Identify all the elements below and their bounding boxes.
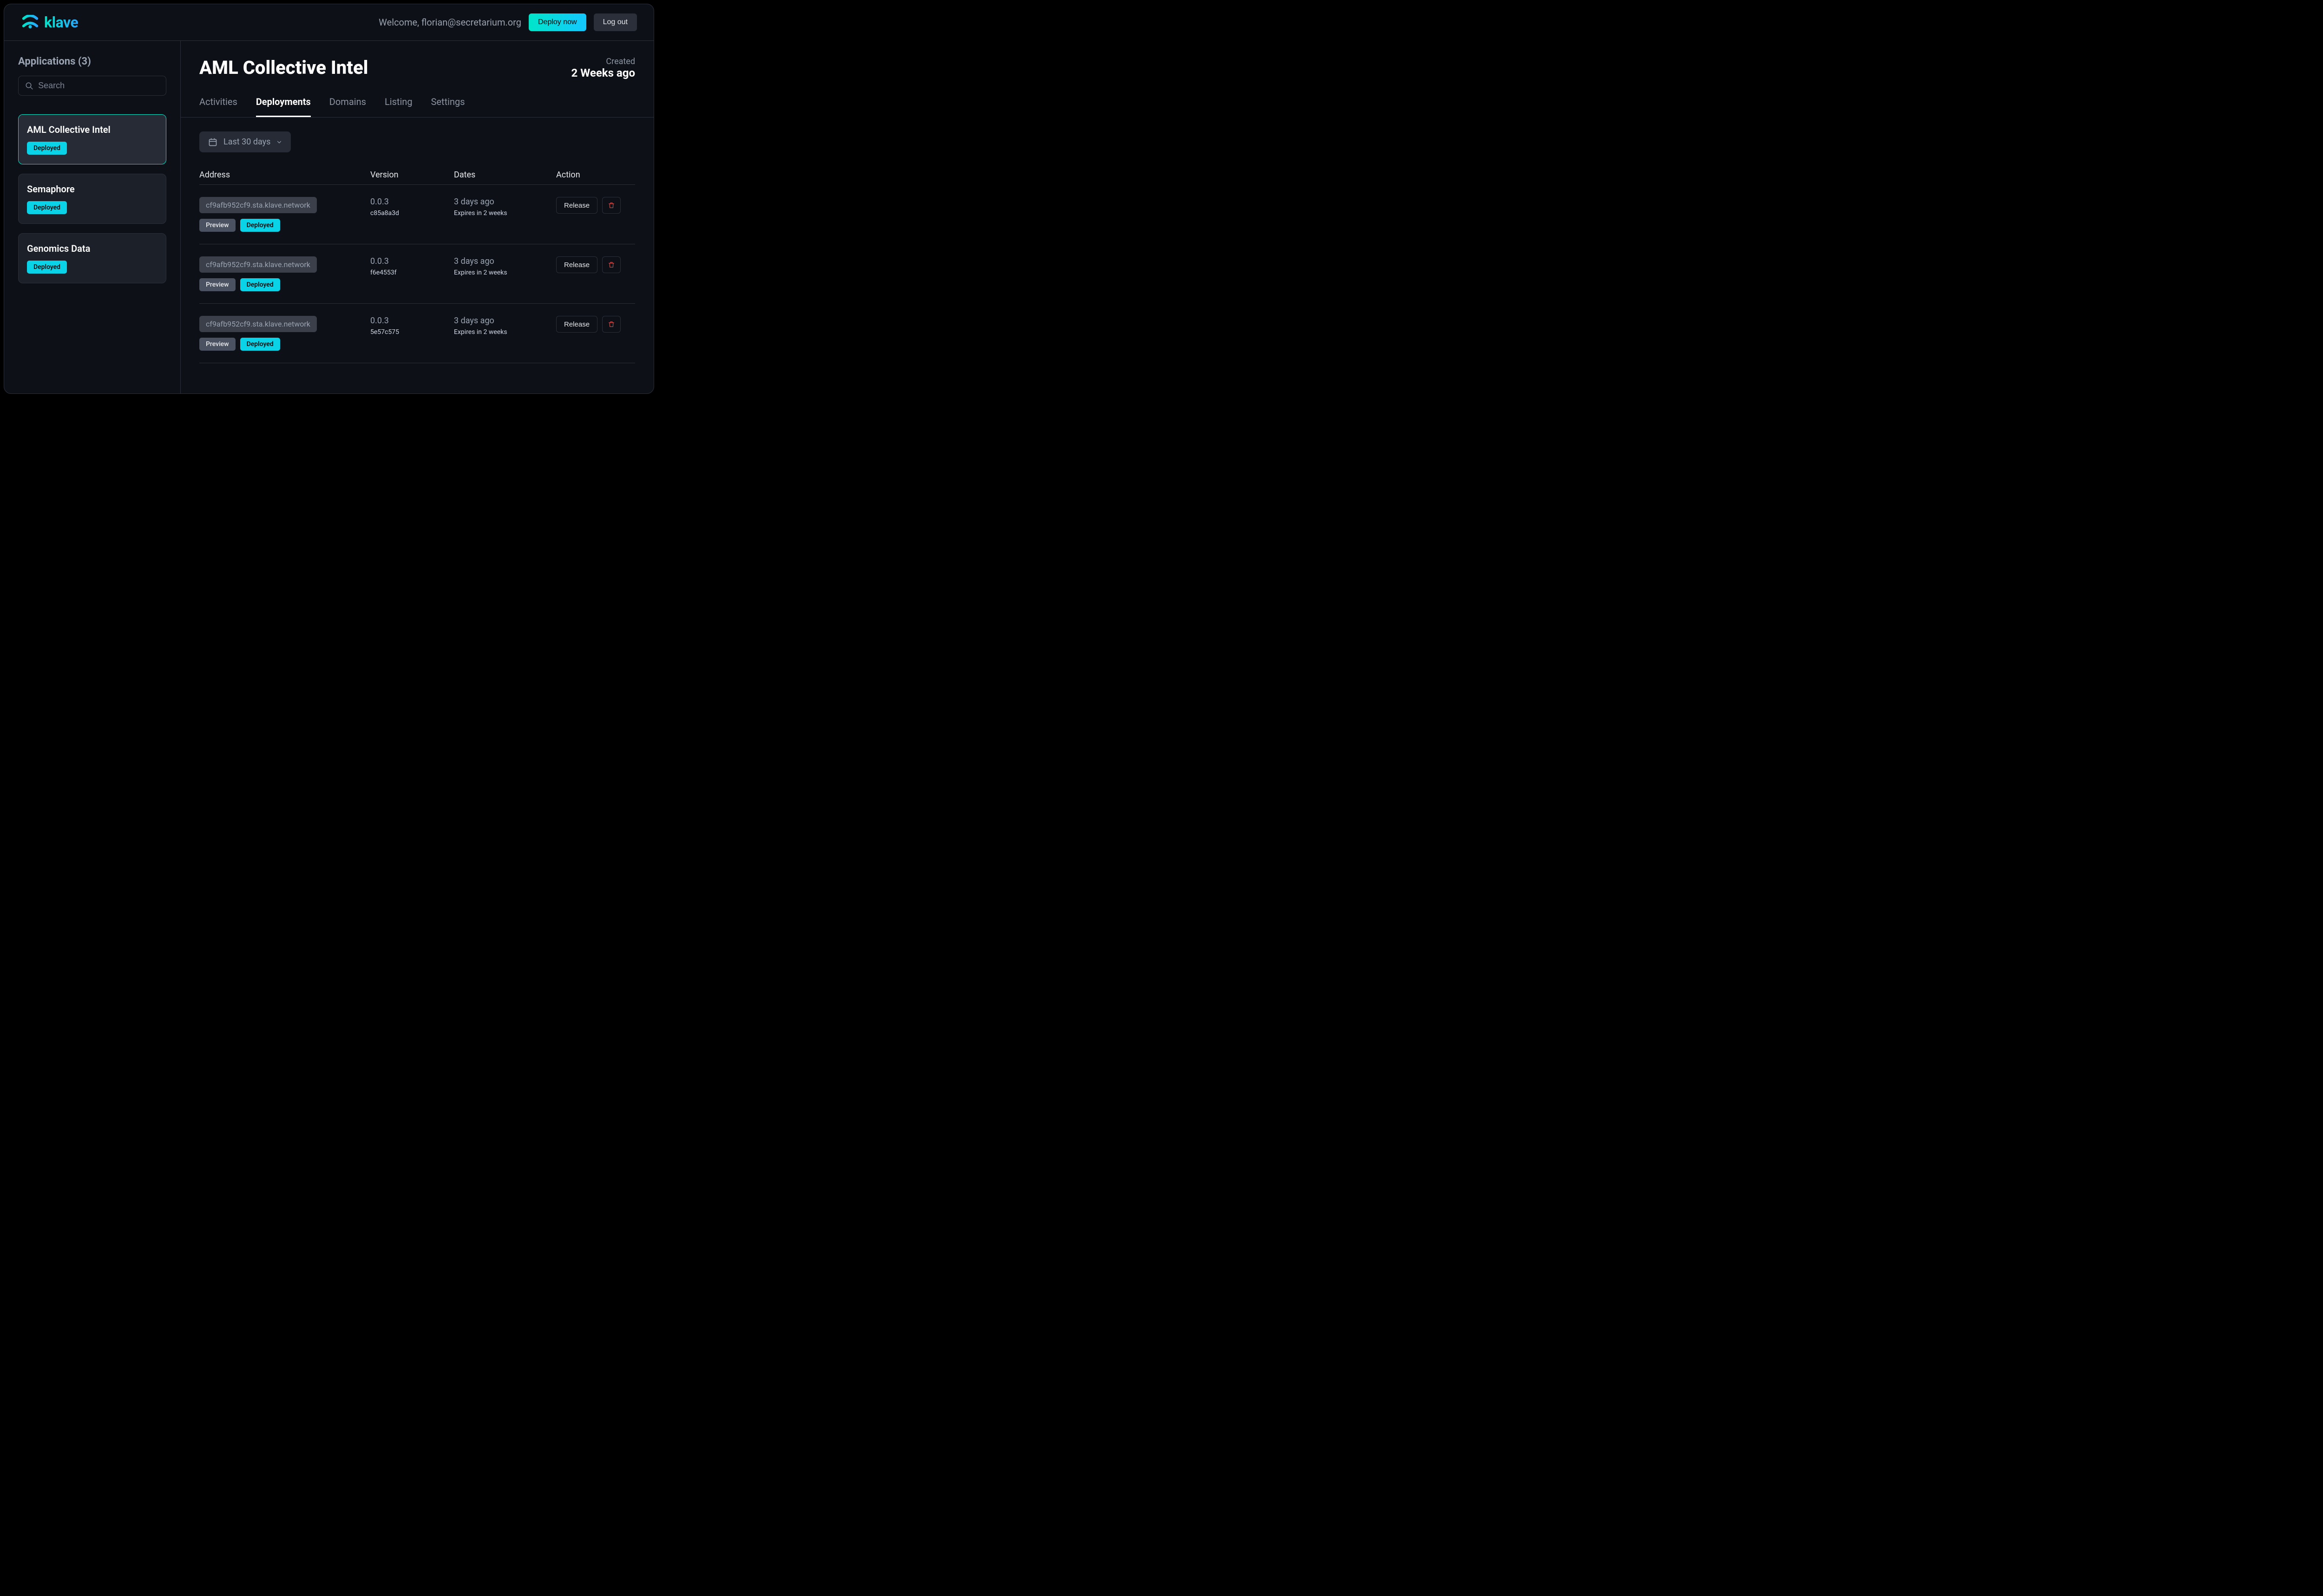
col-version: Version [370,170,454,180]
col-dates: Dates [454,170,556,180]
calendar-icon [208,137,218,147]
delete-button[interactable] [602,197,621,214]
badge-row: Preview Deployed [199,338,280,351]
col-action: Action [556,170,635,180]
version-cell: 0.0.3 f6e4553f [370,256,454,276]
topbar-right: Welcome, florian@secretarium.org Deploy … [379,13,637,31]
address-cell: cf9afb952cf9.sta.klave.network Preview Dep… [199,197,370,232]
app-card[interactable]: AML Collective Intel Deployed [18,114,166,164]
app-card-title: Semaphore [27,183,157,195]
version-number: 0.0.3 [370,197,454,207]
delete-button[interactable] [602,316,621,333]
action-cell: Release [556,197,635,214]
trash-icon [608,261,615,269]
version-hash: 5e57c575 [370,328,454,336]
tab-domains[interactable]: Domains [329,96,366,117]
main-header: AML Collective Intel Created 2 Weeks ago [181,41,654,79]
date-expires: Expires in 2 weeks [454,328,556,336]
sidebar-title: Applications (3) [18,56,166,67]
search-input[interactable] [38,81,159,91]
delete-button[interactable] [602,256,621,273]
date-created: 3 days ago [454,197,556,207]
release-button[interactable]: Release [556,316,597,333]
col-address: Address [199,170,370,180]
address-cell: cf9afb952cf9.sta.klave.network Preview Dep… [199,316,370,351]
deploy-button[interactable]: Deploy now [529,13,586,31]
dates-cell: 3 days ago Expires in 2 weeks [454,316,556,336]
chevron-down-icon [276,139,282,145]
tab-deployments[interactable]: Deployments [256,96,311,117]
content: Last 30 days Address Version Dates Actio… [181,118,654,393]
date-expires: Expires in 2 weeks [454,269,556,276]
table-body: cf9afb952cf9.sta.klave.network Preview Dep… [199,185,635,363]
welcome-text: Welcome, florian@secretarium.org [379,17,521,28]
app-card[interactable]: Genomics Data Deployed [18,233,166,283]
table-row: cf9afb952cf9.sta.klave.network Preview Dep… [199,304,635,363]
preview-badge[interactable]: Preview [199,219,236,232]
app-list: AML Collective Intel Deployed Semaphore Dep… [18,114,166,283]
tab-activities[interactable]: Activities [199,96,237,117]
search-icon [25,81,33,91]
date-filter-label: Last 30 days [223,137,270,147]
date-created: 3 days ago [454,256,556,266]
logo[interactable]: klave [21,13,78,31]
deployed-badge: Deployed [240,338,280,351]
created-block: Created 2 Weeks ago [571,57,635,79]
version-cell: 0.0.3 5e57c575 [370,316,454,336]
table-row: cf9afb952cf9.sta.klave.network Preview Dep… [199,244,635,304]
address-chip[interactable]: cf9afb952cf9.sta.klave.network [199,256,317,273]
main: AML Collective Intel Created 2 Weeks ago… [181,41,654,393]
status-badge: Deployed [27,201,67,214]
logo-icon [21,15,39,30]
topbar: klave Welcome, florian@secretarium.org D… [4,4,654,41]
preview-badge[interactable]: Preview [199,278,236,291]
table-head: Address Version Dates Action [199,165,635,185]
table-row: cf9afb952cf9.sta.klave.network Preview Dep… [199,185,635,244]
trash-icon [608,320,615,328]
date-expires: Expires in 2 weeks [454,209,556,217]
tab-listing[interactable]: Listing [385,96,413,117]
app-card-title: AML Collective Intel [27,124,157,135]
badge-row: Preview Deployed [199,278,280,291]
action-cell: Release [556,256,635,273]
date-created: 3 days ago [454,316,556,326]
deployed-badge: Deployed [240,219,280,232]
version-hash: f6e4553f [370,269,454,276]
address-cell: cf9afb952cf9.sta.klave.network Preview Dep… [199,256,370,291]
action-cell: Release [556,316,635,333]
date-filter[interactable]: Last 30 days [199,131,291,152]
created-value: 2 Weeks ago [571,66,635,79]
search-field[interactable] [18,76,166,96]
version-number: 0.0.3 [370,256,454,266]
status-badge: Deployed [27,142,67,155]
release-button[interactable]: Release [556,197,597,214]
app-card-title: Genomics Data [27,243,157,254]
tab-settings[interactable]: Settings [431,96,465,117]
badge-row: Preview Deployed [199,219,280,232]
dates-cell: 3 days ago Expires in 2 weeks [454,197,556,217]
version-cell: 0.0.3 c85a8a3d [370,197,454,217]
deployed-badge: Deployed [240,278,280,291]
trash-icon [608,201,615,209]
logout-button[interactable]: Log out [594,13,637,31]
address-chip[interactable]: cf9afb952cf9.sta.klave.network [199,197,317,213]
dates-cell: 3 days ago Expires in 2 weeks [454,256,556,276]
logo-text: klave [44,13,78,31]
status-badge: Deployed [27,261,67,274]
app-window: klave Welcome, florian@secretarium.org D… [4,4,654,394]
version-hash: c85a8a3d [370,209,454,217]
sidebar: Applications (3) AML Collective Intel Dep… [4,41,181,393]
page-title: AML Collective Intel [199,57,368,78]
release-button[interactable]: Release [556,256,597,273]
address-chip[interactable]: cf9afb952cf9.sta.klave.network [199,316,317,332]
version-number: 0.0.3 [370,316,454,326]
created-label: Created [571,57,635,66]
preview-badge[interactable]: Preview [199,338,236,351]
tabs: Activities Deployments Domains Listing Setti… [181,79,654,118]
app-card[interactable]: Semaphore Deployed [18,174,166,224]
